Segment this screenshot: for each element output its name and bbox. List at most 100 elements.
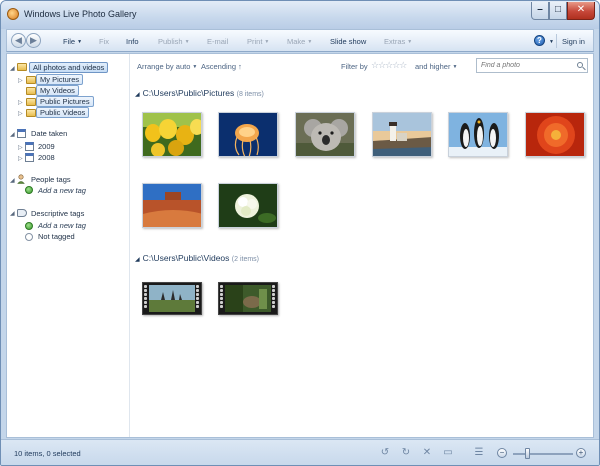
collapse-arrow-icon[interactable]: ◢ xyxy=(10,65,15,72)
sort-arrow-icon: ↑ xyxy=(238,62,242,71)
forward-arrow-icon: ▶ xyxy=(30,35,37,45)
forward-button[interactable]: ▶ xyxy=(26,33,41,48)
add-descriptive-tag-link[interactable]: Add a new tag xyxy=(38,220,86,231)
nav-my-videos[interactable]: My Videos xyxy=(36,85,79,96)
slide-show-icon[interactable]: ▭ xyxy=(442,447,454,459)
status-bar: 10 items, 0 selected ↺ ↻ ✕ ▭ ☰ − + xyxy=(1,439,599,465)
collapse-arrow-icon: ◢ xyxy=(135,257,140,263)
add-tag-icon xyxy=(25,222,33,230)
close-icon: ✕ xyxy=(576,4,586,15)
photo-thumbnail-chrysanthemum[interactable] xyxy=(525,112,585,157)
details-view-icon[interactable]: ☰ xyxy=(473,447,485,459)
chevron-down-icon: ▼ xyxy=(192,64,198,70)
back-button[interactable]: ◀ xyxy=(11,33,26,48)
folder-icon xyxy=(26,76,36,84)
folder-icon xyxy=(26,87,36,95)
extras-menu[interactable]: Extras ▼ xyxy=(384,37,412,46)
nav-year-2008[interactable]: 2008 xyxy=(38,152,55,163)
help-icon[interactable]: ? xyxy=(534,35,545,46)
folder-icon xyxy=(26,98,36,106)
info-menu[interactable]: Info xyxy=(126,37,139,46)
collapse-arrow-icon[interactable]: ◢ xyxy=(10,210,15,217)
fix-menu[interactable]: Fix xyxy=(99,37,109,46)
sort-order-button[interactable]: Ascending ↑ xyxy=(201,62,242,71)
make-menu[interactable]: Make ▼ xyxy=(287,37,312,46)
photo-thumbnail-desert[interactable] xyxy=(142,183,202,228)
nav-public-videos[interactable]: Public Videos xyxy=(36,107,90,118)
add-people-tag-link[interactable]: Add a new tag xyxy=(38,185,86,196)
photo-thumbnail-tulips[interactable] xyxy=(142,112,202,157)
rotate-left-icon[interactable]: ↺ xyxy=(379,447,391,459)
rotate-right-icon[interactable]: ↻ xyxy=(400,447,412,459)
videos-group-header[interactable]: ◢ C:\Users\Public\Videos (2 items) xyxy=(135,253,259,263)
slide-show-button[interactable]: Slide show xyxy=(330,37,366,46)
maximize-button[interactable]: □ xyxy=(549,2,567,20)
delete-icon[interactable]: ✕ xyxy=(421,447,433,459)
publish-menu[interactable]: Publish ▼ xyxy=(158,37,190,46)
back-arrow-icon: ◀ xyxy=(15,35,22,45)
chevron-down-icon: ▼ xyxy=(184,39,190,45)
nav-year-2009[interactable]: 2009 xyxy=(38,141,55,152)
minimize-icon: – xyxy=(537,4,543,15)
tag-icon xyxy=(17,209,27,217)
and-higher-dropdown[interactable]: and higher ▼ xyxy=(415,62,457,71)
photo-thumbnail-hydrangeas[interactable] xyxy=(218,183,278,228)
maximize-icon: □ xyxy=(554,4,562,15)
filter-bar: Arrange by auto ▼ Ascending ↑ Filter by ☆… xyxy=(131,54,593,78)
search-input[interactable] xyxy=(481,60,571,71)
sign-in-link[interactable]: Sign in xyxy=(562,37,585,46)
window-title: Windows Live Photo Gallery xyxy=(24,9,137,19)
chevron-down-icon: ▼ xyxy=(407,39,413,45)
calendar-icon xyxy=(25,142,34,151)
folder-icon xyxy=(26,109,36,117)
nav-all-photos-and-videos[interactable]: All photos and videos xyxy=(29,62,109,73)
filter-by-label: Filter by xyxy=(341,62,368,71)
nav-public-pictures[interactable]: Public Pictures xyxy=(36,96,94,107)
nav-date-taken[interactable]: Date taken xyxy=(31,128,67,139)
zoom-slider-thumb[interactable] xyxy=(525,448,530,459)
minimize-button[interactable]: – xyxy=(531,2,549,20)
expand-arrow-icon[interactable]: ▷ xyxy=(18,99,23,106)
photo-thumbnail-lighthouse[interactable] xyxy=(372,112,432,157)
menu-toolbar: ◀ ▶ File ▼ Fix Info Publish ▼ E-mail Print… xyxy=(6,29,594,52)
photo-thumbnail-koala[interactable] xyxy=(295,112,355,157)
expand-arrow-icon[interactable]: ▷ xyxy=(18,144,23,151)
chevron-down-icon: ▼ xyxy=(77,39,83,45)
file-menu[interactable]: File ▼ xyxy=(63,37,82,46)
collapse-arrow-icon: ◢ xyxy=(135,92,140,98)
search-icon[interactable] xyxy=(577,62,583,68)
nav-my-pictures[interactable]: My Pictures xyxy=(36,74,84,85)
photo-thumbnail-jellyfish[interactable] xyxy=(218,112,278,157)
zoom-slider-track[interactable] xyxy=(513,453,573,455)
print-menu[interactable]: Print ▼ xyxy=(247,37,269,46)
email-menu[interactable]: E-mail xyxy=(207,37,228,46)
calendar-icon xyxy=(25,153,34,162)
video-thumbnail-2[interactable] xyxy=(218,282,278,315)
expand-arrow-icon[interactable]: ▷ xyxy=(18,77,23,84)
photo-thumbnail-penguins[interactable] xyxy=(448,112,508,157)
help-menu-chevron[interactable]: ▼ xyxy=(547,37,554,46)
expand-arrow-icon[interactable]: ▷ xyxy=(18,155,23,162)
nav-not-tagged[interactable]: Not tagged xyxy=(38,231,75,242)
video-thumbnail-1[interactable] xyxy=(142,282,202,315)
navigation-pane: ◢ All photos and videos ▷ My Pictures My… xyxy=(7,54,130,437)
collapse-arrow-icon[interactable]: ◢ xyxy=(10,177,15,184)
chevron-down-icon: ▼ xyxy=(264,39,270,45)
add-tag-icon xyxy=(25,186,33,194)
nav-people-tags[interactable]: People tags xyxy=(31,174,71,185)
title-bar: Windows Live Photo Gallery – □ ✕ xyxy=(1,1,599,29)
search-box[interactable] xyxy=(476,58,588,73)
rating-filter-stars[interactable]: ☆☆☆☆☆ xyxy=(371,60,407,71)
arrange-by-dropdown[interactable]: Arrange by auto ▼ xyxy=(137,62,197,71)
close-button[interactable]: ✕ xyxy=(567,2,595,20)
zoom-in-button[interactable]: + xyxy=(576,448,586,458)
calendar-icon xyxy=(17,129,26,138)
expand-arrow-icon[interactable]: ▷ xyxy=(18,110,23,117)
toolbar-divider xyxy=(556,34,557,48)
zoom-out-button[interactable]: − xyxy=(497,448,507,458)
nav-descriptive-tags[interactable]: Descriptive tags xyxy=(31,208,84,219)
pictures-group-header[interactable]: ◢ C:\Users\Public\Pictures (8 items) xyxy=(135,88,264,98)
main-content: ◢ All photos and videos ▷ My Pictures My… xyxy=(6,53,594,438)
collapse-arrow-icon[interactable]: ◢ xyxy=(10,131,15,138)
app-icon xyxy=(7,8,19,20)
